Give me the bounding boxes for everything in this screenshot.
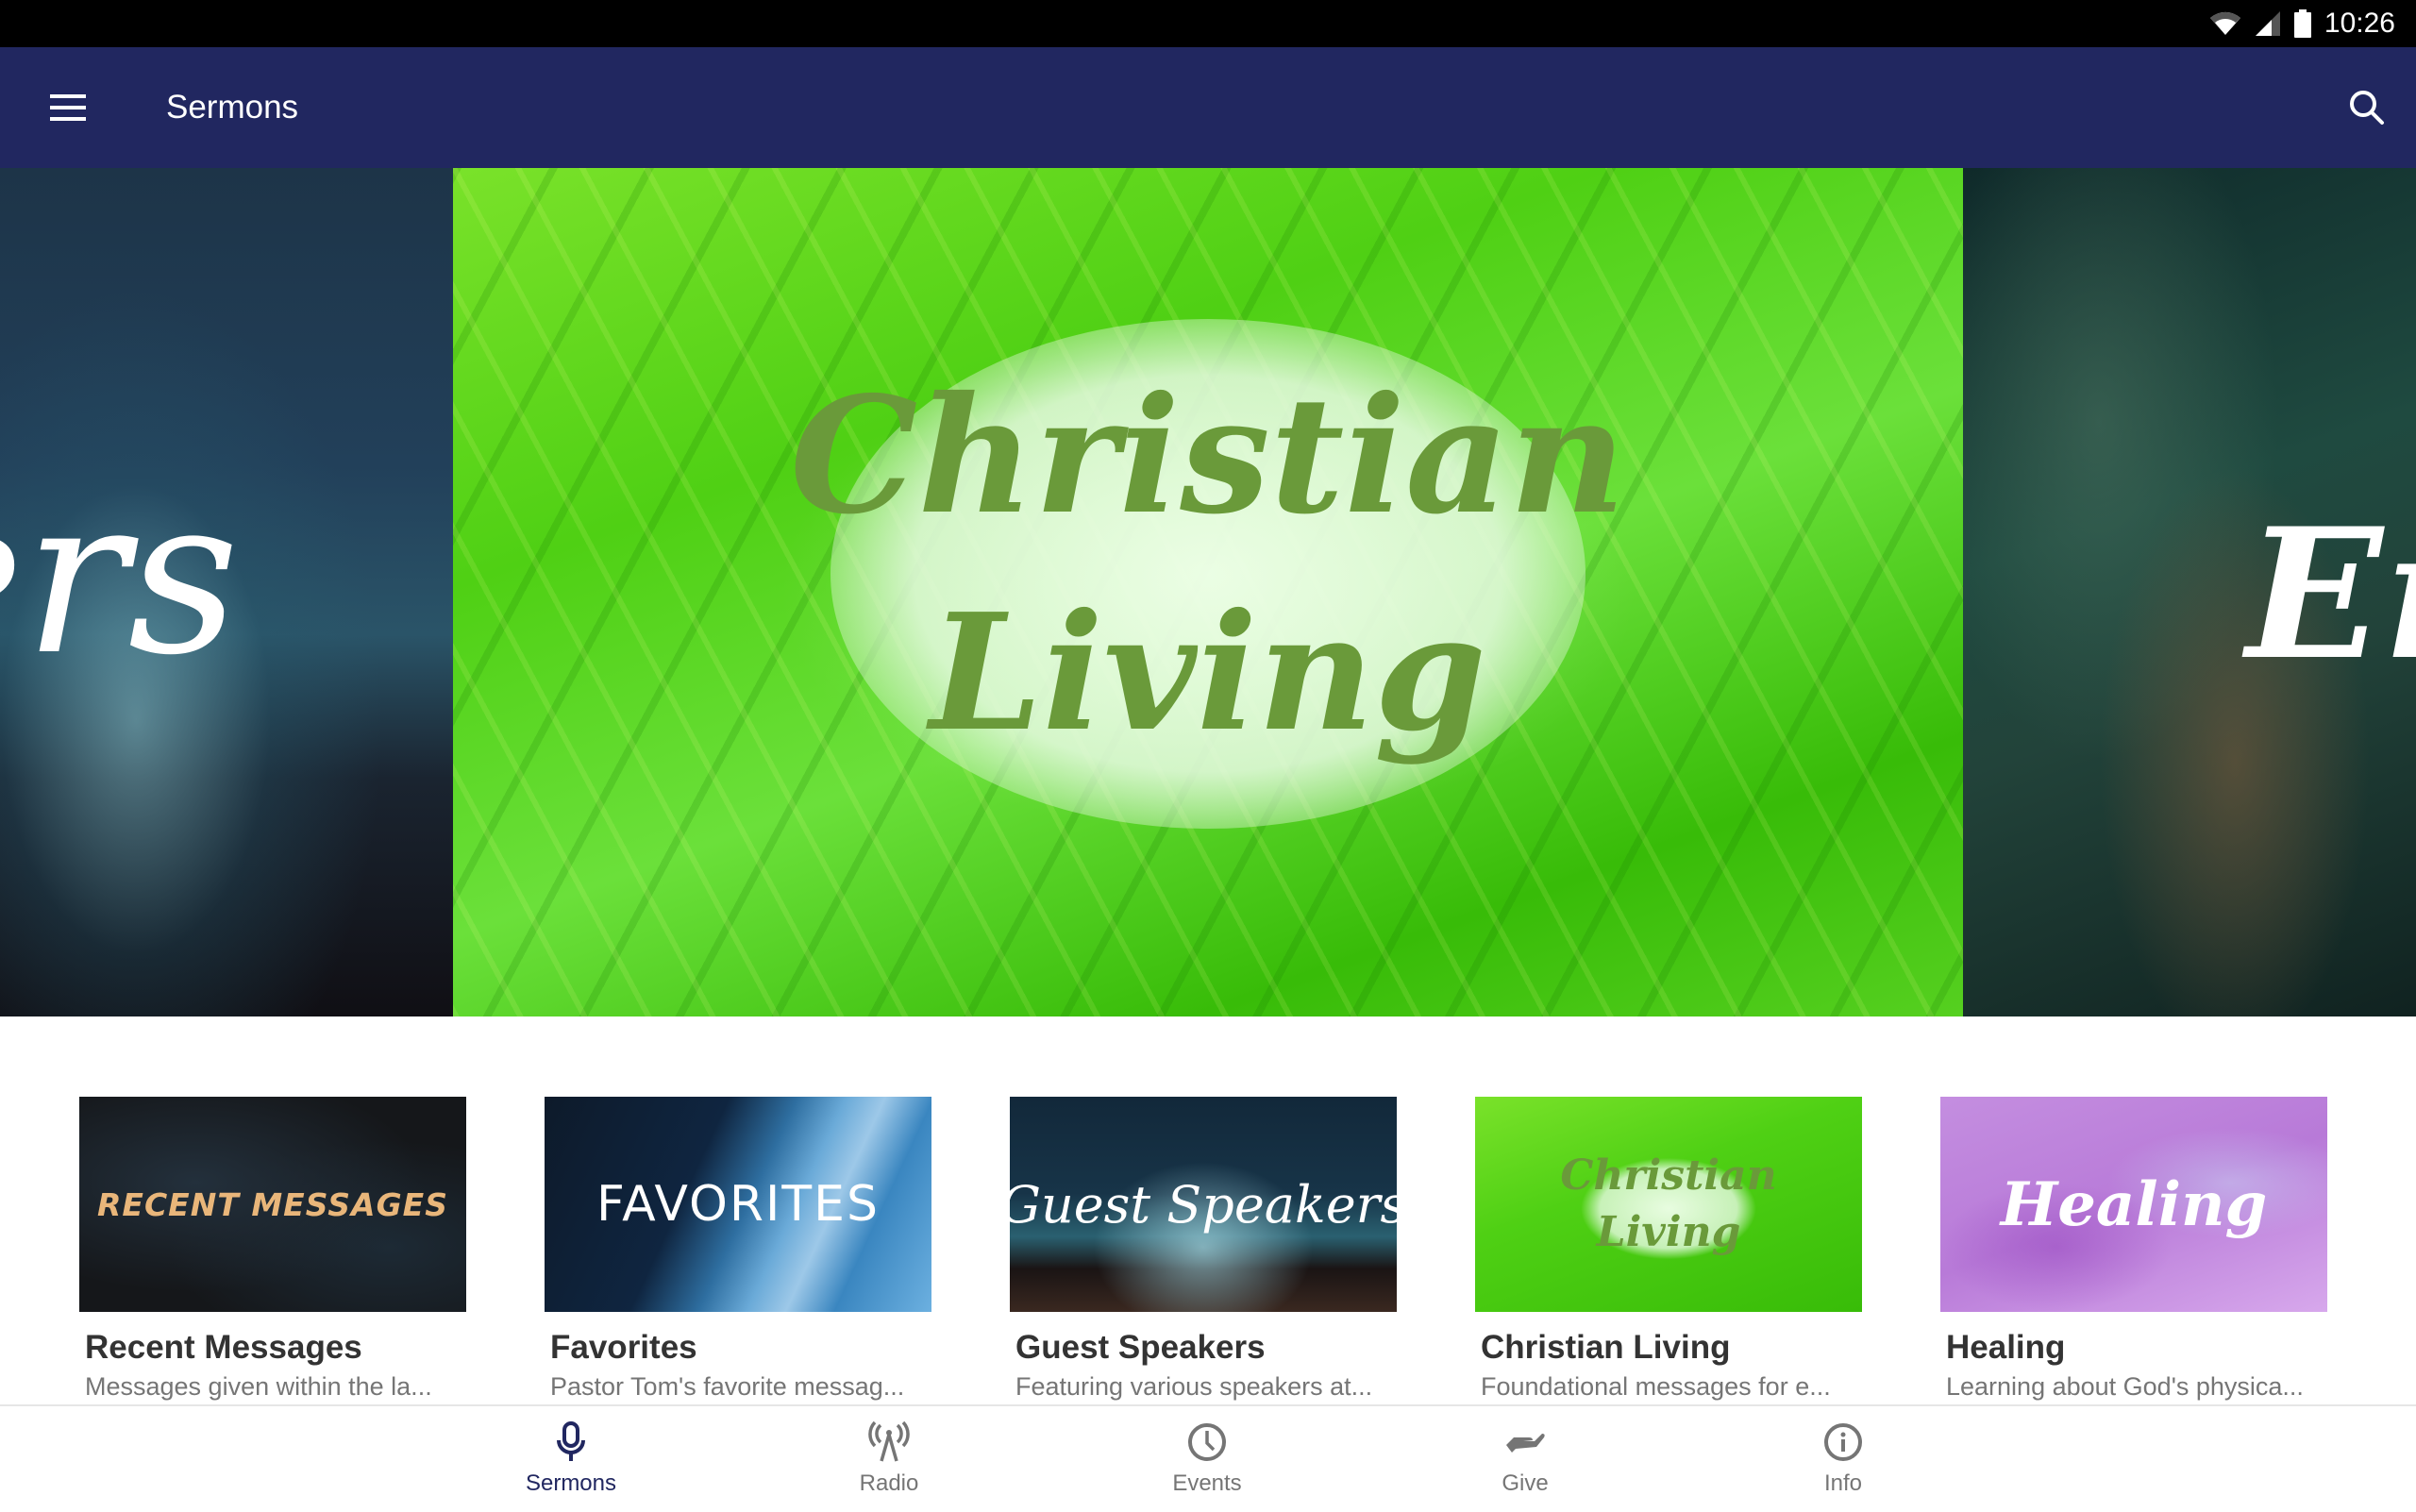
thumbnail-text: Guest Speakers — [1010, 1174, 1397, 1235]
category-card-healing[interactable]: Healing Healing Learning about God's phy… — [1940, 1097, 2327, 1402]
slide-previous-title: kers — [0, 451, 240, 703]
microphone-icon — [548, 1420, 594, 1465]
nav-tab-sermons[interactable]: Sermons — [477, 1406, 665, 1512]
category-title: Recent Messages — [85, 1329, 362, 1366]
nav-tab-radio[interactable]: Radio — [795, 1406, 983, 1512]
slide-next-title: En — [2246, 489, 2416, 699]
category-thumbnail: Guest Speakers — [1010, 1097, 1397, 1312]
category-title: Healing — [1946, 1329, 2066, 1366]
category-title: Guest Speakers — [1015, 1329, 1266, 1366]
nav-label: Info — [1823, 1470, 1863, 1496]
category-subtitle: Messages given within the la... — [85, 1372, 432, 1401]
slide-current-title: Christian Living — [453, 347, 1963, 781]
category-thumbnail: Healing — [1940, 1097, 2327, 1312]
category-card-guest-speakers[interactable]: Guest Speakers Guest Speakers Featuring … — [1010, 1097, 1397, 1402]
nav-label: Radio — [859, 1470, 919, 1496]
featured-carousel[interactable]: kers Christian Living En — [0, 168, 2416, 1016]
slide-title-line-1: Christian — [790, 361, 1626, 550]
slide-title-line-2: Living — [930, 579, 1486, 767]
nav-tab-events[interactable]: Events — [1113, 1406, 1301, 1512]
category-thumbnail: FAVORITES — [545, 1097, 931, 1312]
battery-icon — [2293, 9, 2311, 38]
search-icon — [2350, 91, 2384, 125]
wifi-icon — [2209, 11, 2240, 35]
thumbnail-text: Healing — [2000, 1168, 2268, 1240]
category-card-christian-living[interactable]: Christian Living Christian Living Founda… — [1475, 1097, 1862, 1402]
category-subtitle: Featuring various speakers at... — [1015, 1372, 1373, 1401]
thumbnail-text: Christian Living — [1560, 1151, 1777, 1256]
search-button[interactable] — [2337, 77, 2397, 138]
radio-tower-icon — [866, 1420, 912, 1465]
category-subtitle: Pastor Tom's favorite messag... — [550, 1372, 905, 1401]
menu-button[interactable] — [38, 77, 98, 138]
clock-icon — [1184, 1420, 1230, 1465]
carousel-slide-previous[interactable]: kers — [0, 168, 453, 1016]
carousel-slide-next[interactable]: En — [1963, 168, 2416, 1016]
nav-label: Events — [1172, 1470, 1242, 1496]
carousel-slide-current[interactable]: Christian Living — [453, 168, 1963, 1016]
status-time: 10:26 — [2324, 8, 2395, 39]
info-icon — [1820, 1420, 1866, 1465]
category-title: Favorites — [550, 1329, 697, 1366]
status-bar: 10:26 — [0, 0, 2416, 47]
category-subtitle: Foundational messages for e... — [1481, 1372, 1831, 1401]
thumbnail-text: FAVORITES — [596, 1176, 881, 1233]
category-thumbnail: Christian Living — [1475, 1097, 1862, 1312]
nav-tab-give[interactable]: Give — [1431, 1406, 1619, 1512]
category-card-recent-messages[interactable]: RECENT MESSAGES Recent Messages Messages… — [79, 1097, 466, 1402]
bottom-navigation: Sermons Radio Events Give Info — [0, 1404, 2416, 1512]
cell-signal-icon — [2255, 11, 2280, 36]
category-card-favorites[interactable]: FAVORITES Favorites Pastor Tom's favorit… — [545, 1097, 931, 1402]
giving-hand-icon — [1502, 1420, 1548, 1465]
nav-tab-info[interactable]: Info — [1749, 1406, 1938, 1512]
category-thumbnail: RECENT MESSAGES — [79, 1097, 466, 1312]
app-toolbar: Sermons — [0, 47, 2416, 168]
hamburger-menu-icon — [50, 94, 86, 121]
nav-label: Give — [1502, 1470, 1549, 1496]
status-icons: 10:26 — [2209, 0, 2395, 47]
thumbnail-text: RECENT MESSAGES — [96, 1185, 448, 1223]
page-title: Sermons — [166, 89, 299, 126]
nav-label: Sermons — [525, 1470, 617, 1496]
category-title: Christian Living — [1481, 1329, 1731, 1366]
category-subtitle: Learning about God's physica... — [1946, 1372, 2304, 1401]
